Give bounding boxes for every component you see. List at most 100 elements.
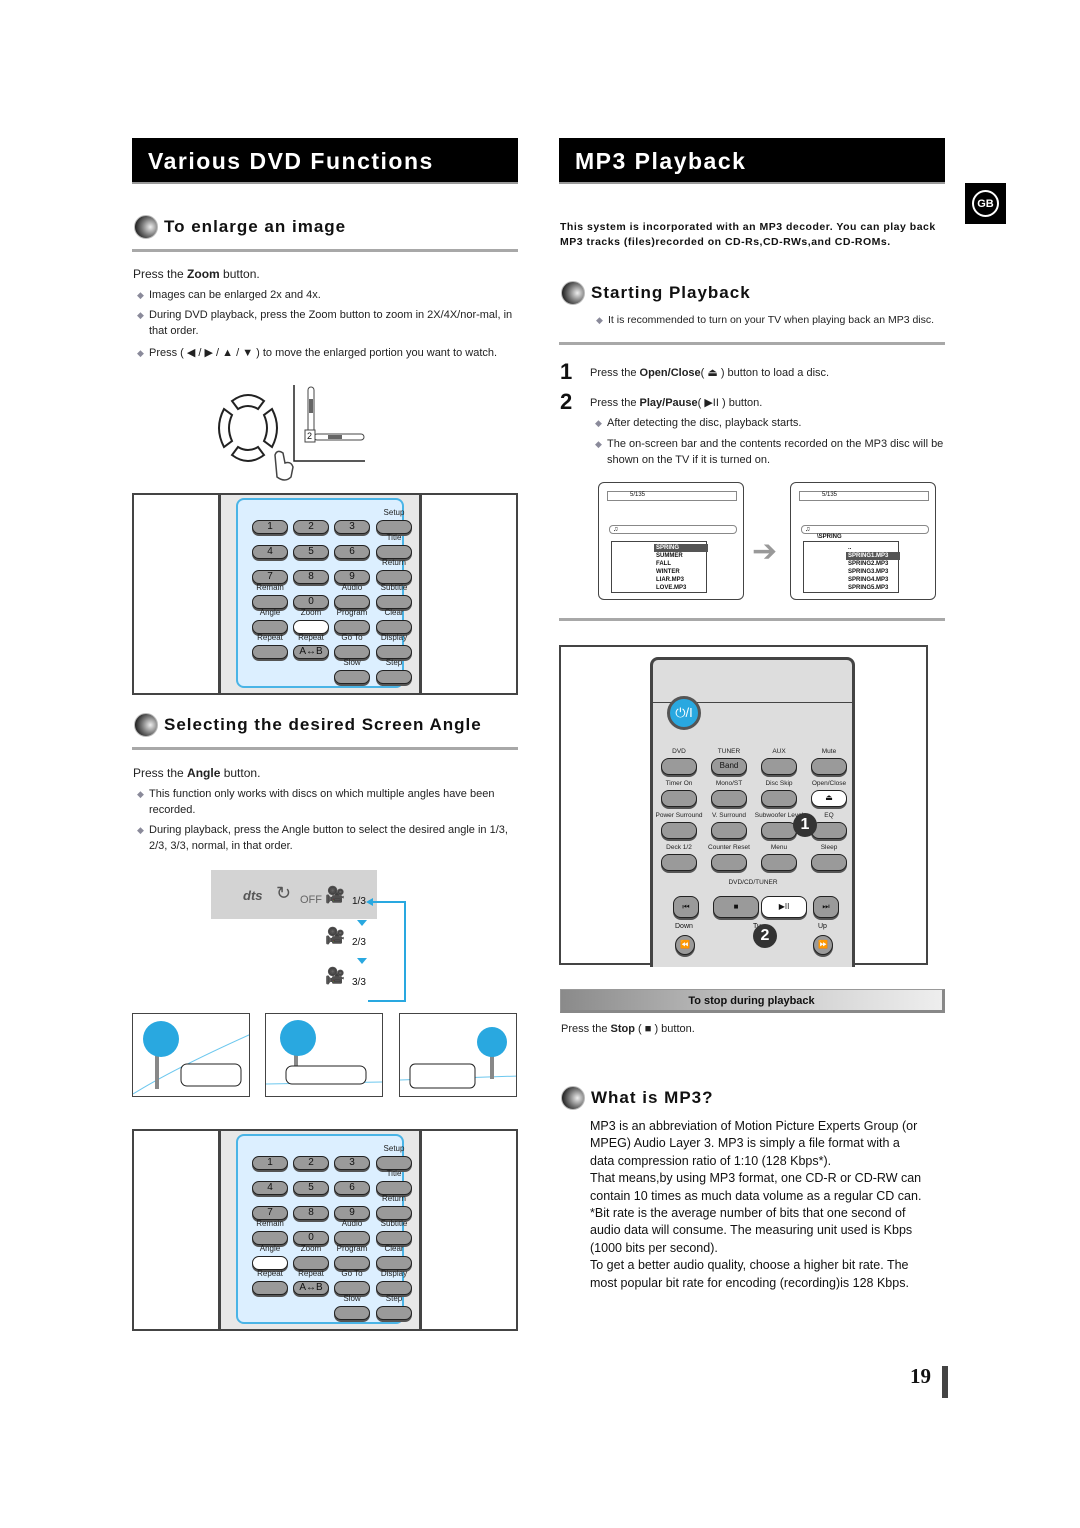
what-is-mp3-heading-text: What is MP3? xyxy=(591,1088,714,1107)
keypad-button[interactable] xyxy=(293,1256,329,1270)
keypad-illustration-angle: 1 2 3 Setup 4 5 6 Title 7 8 9 Return Remain 0 Audio Sub… xyxy=(132,1129,518,1331)
keypad-button[interactable] xyxy=(376,545,412,559)
keypad-button[interactable]: 8 xyxy=(293,570,329,584)
keypad-button[interactable] xyxy=(334,1281,370,1295)
keypad-button[interactable]: 7 xyxy=(252,1206,288,1220)
fast-forward-button[interactable]: ⏩ xyxy=(813,935,833,955)
remote-button[interactable] xyxy=(811,854,847,871)
zoom-frame-axes xyxy=(293,385,365,462)
keypad-button[interactable]: 6 xyxy=(334,1181,370,1195)
keypad-button[interactable] xyxy=(293,620,329,634)
remote-button[interactable] xyxy=(761,758,797,775)
keypad-label: Audio xyxy=(341,583,363,592)
remote-button[interactable] xyxy=(711,822,747,839)
keypad-button[interactable] xyxy=(334,1231,370,1245)
keypad-button[interactable] xyxy=(334,645,370,659)
keypad-button[interactable]: 2 xyxy=(293,520,329,534)
ball-bullet-icon xyxy=(561,281,585,305)
keypad-button[interactable] xyxy=(376,1306,412,1320)
keypad-button[interactable] xyxy=(252,645,288,659)
keypad-button[interactable] xyxy=(334,620,370,634)
keypad-button[interactable]: 5 xyxy=(293,545,329,559)
keypad-button[interactable] xyxy=(376,570,412,584)
remote-button[interactable] xyxy=(761,822,797,839)
remote-button[interactable] xyxy=(661,790,697,807)
next-track-button[interactable]: ⏭ xyxy=(813,896,839,918)
keypad-button[interactable]: 4 xyxy=(252,1181,288,1195)
keypad-button[interactable]: 6 xyxy=(334,545,370,559)
remote-button[interactable] xyxy=(811,758,847,775)
step-number: 1 xyxy=(560,359,573,384)
angle-heading-text: Selecting the desired Screen Angle xyxy=(164,715,482,734)
remote-button[interactable] xyxy=(661,822,697,839)
keypad-button[interactable] xyxy=(334,1256,370,1270)
keypad-button[interactable] xyxy=(376,645,412,659)
power-button[interactable]: ⏻/I xyxy=(667,696,701,730)
keypad-button[interactable]: 9 xyxy=(334,570,370,584)
remote-button[interactable] xyxy=(711,790,747,807)
remote-label: AUX xyxy=(772,748,786,755)
file-list-item: SPRING1.MP3 xyxy=(846,552,900,560)
remote-button[interactable] xyxy=(761,854,797,871)
keypad-button[interactable]: 1 xyxy=(252,520,288,534)
keypad-button[interactable] xyxy=(252,1281,288,1295)
keypad-button[interactable]: 0 xyxy=(293,1231,329,1245)
keypad-button[interactable] xyxy=(376,1181,412,1195)
keypad-button[interactable] xyxy=(334,595,370,609)
keypad-button[interactable] xyxy=(252,595,288,609)
stop-button[interactable]: ■ xyxy=(713,896,759,918)
page-number: 19 xyxy=(910,1364,931,1388)
keypad-button[interactable] xyxy=(376,620,412,634)
tuning-label-up: Up xyxy=(818,923,827,930)
keypad-button[interactable]: 3 xyxy=(334,1156,370,1170)
keypad-button[interactable]: 4 xyxy=(252,545,288,559)
keypad-button[interactable]: A↔B xyxy=(293,645,329,659)
keypad-button[interactable] xyxy=(252,1231,288,1245)
keypad-button[interactable] xyxy=(376,520,412,534)
direction-pad-icon xyxy=(218,394,278,462)
keypad-button[interactable] xyxy=(334,1306,370,1320)
keypad-button[interactable] xyxy=(252,1256,288,1270)
prev-track-button[interactable]: ⏮ xyxy=(673,896,699,918)
keypad-button[interactable] xyxy=(252,620,288,634)
keypad-button[interactable] xyxy=(376,1156,412,1170)
mp3-description-line: (1000 bits per second). xyxy=(590,1240,718,1255)
keypad-button[interactable] xyxy=(376,670,412,684)
keypad-button[interactable] xyxy=(376,1281,412,1295)
play-pause-button[interactable]: ▶II xyxy=(761,896,807,918)
keypad-button[interactable]: A↔B xyxy=(293,1281,329,1295)
tv-screen-root-folder: 5/135 ♫ SPRING SUMMER FALL WINTER LIAR.MP3 LO… xyxy=(598,482,744,600)
keypad-button[interactable]: 5 xyxy=(293,1181,329,1195)
keypad-button[interactable] xyxy=(376,595,412,609)
keypad-button[interactable]: 1 xyxy=(252,1156,288,1170)
remote-button[interactable] xyxy=(661,758,697,775)
arrow-right-icon: ➔ xyxy=(752,535,778,568)
keypad-label: Clear xyxy=(384,1244,404,1253)
remote-button[interactable]: ⏏ xyxy=(811,790,847,807)
keypad-button[interactable] xyxy=(376,1256,412,1270)
divider xyxy=(559,618,945,621)
remote-label: Sleep xyxy=(820,844,838,851)
keypad-button[interactable]: 9 xyxy=(334,1206,370,1220)
zoom-level-indicator: 2 xyxy=(307,431,313,441)
keypad-button[interactable]: 0 xyxy=(293,595,329,609)
keypad-button[interactable] xyxy=(334,670,370,684)
keypad-button[interactable]: 8 xyxy=(293,1206,329,1220)
keypad-button[interactable]: 3 xyxy=(334,520,370,534)
keypad-button[interactable]: 7 xyxy=(252,570,288,584)
keypad-label: Step xyxy=(385,658,403,667)
keypad-illustration-zoom: 1 2 3 Setup 4 5 6 Title 7 8 9 Return Remain 0 Audio Sub… xyxy=(132,493,518,695)
remote-button[interactable] xyxy=(661,854,697,871)
enlarge-bullet: Press ( ◀ / ▶ / ▲ / ▼ ) to move the enla… xyxy=(135,345,520,361)
angle-photo-3 xyxy=(399,1013,517,1097)
remote-button[interactable]: Band xyxy=(711,758,747,775)
main-remote: ⏻/I DVD TUNER Band AUX Mute Timer On Mono/ST Di… xyxy=(650,657,855,967)
remote-button[interactable] xyxy=(711,854,747,871)
remote-button[interactable] xyxy=(761,790,797,807)
remote-label: DVD xyxy=(672,748,686,755)
keypad-button[interactable]: 2 xyxy=(293,1156,329,1170)
stop-button-name: Stop xyxy=(610,1023,635,1035)
keypad-button[interactable] xyxy=(376,1231,412,1245)
rewind-button[interactable]: ⏪ xyxy=(675,935,695,955)
keypad-button[interactable] xyxy=(376,1206,412,1220)
